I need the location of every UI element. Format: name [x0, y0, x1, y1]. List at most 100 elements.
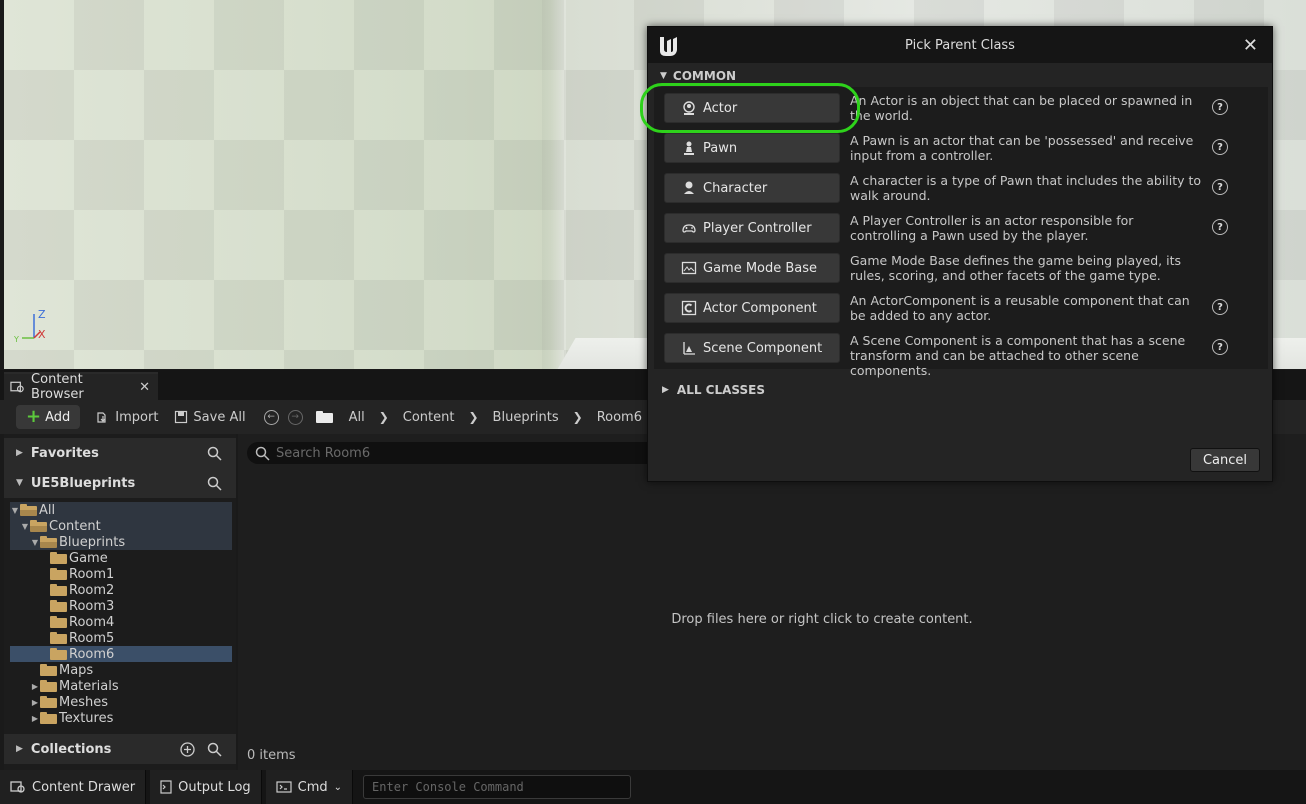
search-icon[interactable] [207, 446, 222, 461]
output-log-button[interactable]: Output Log [150, 770, 262, 804]
chevron-right-icon[interactable]: ❯ [379, 410, 389, 424]
folder-tree-label: All [39, 502, 56, 518]
folder-tree-item[interactable]: Maps [10, 662, 232, 678]
favorites-header[interactable]: ▶ Favorites [4, 438, 236, 468]
help-icon[interactable]: ? [1212, 179, 1228, 195]
help-icon[interactable]: ? [1212, 219, 1228, 235]
folder-icon[interactable] [315, 411, 333, 423]
class-button[interactable]: Player Controller [664, 213, 840, 243]
folder-tree-label: Maps [59, 662, 94, 678]
content-drawer-button[interactable]: Content Drawer [0, 770, 147, 804]
log-icon [160, 780, 172, 794]
dialog-titlebar[interactable]: Pick Parent Class ✕ [648, 27, 1272, 63]
help-icon[interactable]: ? [1212, 299, 1228, 315]
cmd-label: Cmd [297, 779, 328, 795]
folder-tree-item[interactable]: Room1 [10, 566, 232, 582]
folder-tree-item[interactable]: ▼ Content [10, 518, 232, 534]
search-icon[interactable] [207, 476, 222, 491]
cmd-dropdown[interactable]: Cmd ⌄ [265, 770, 354, 804]
chevron-right-icon[interactable]: ▶ [30, 714, 40, 723]
favorites-label: Favorites [30, 445, 99, 461]
chevron-right-icon[interactable]: ❯ [468, 410, 478, 424]
chevron-right-icon[interactable]: ❯ [573, 410, 583, 424]
forward-icon[interactable]: → [287, 409, 303, 425]
asset-view[interactable] [238, 434, 1306, 770]
close-icon[interactable]: ✕ [1243, 35, 1258, 56]
class-row: Player Controller A Player Controller is … [654, 207, 1268, 247]
class-button[interactable]: Scene Component [664, 333, 840, 363]
class-button[interactable]: Actor [664, 93, 840, 123]
save-all-button-label: Save All [193, 409, 246, 425]
breadcrumb: All ❯ Content ❯ Blueprints ❯ Room6 [349, 410, 642, 425]
class-button[interactable]: Actor Component [664, 293, 840, 323]
folder-tree-item[interactable]: Game [10, 550, 232, 566]
import-button[interactable]: Import [96, 410, 158, 425]
folder-tree-label: Blueprints [59, 534, 126, 550]
pawn-icon [681, 140, 697, 156]
folder-tree-item[interactable]: Room5 [10, 630, 232, 646]
folder-tree-item[interactable]: ▶ Textures [10, 710, 232, 726]
chevron-down-icon[interactable]: ▼ [30, 538, 40, 547]
breadcrumb-all[interactable]: All [349, 410, 365, 425]
collections-header[interactable]: ▶ Collections [4, 734, 236, 764]
folder-icon [40, 712, 57, 724]
all-classes-header[interactable]: ▶ ALL CLASSES [662, 383, 765, 397]
class-button[interactable]: Pawn [664, 133, 840, 163]
folder-tree-item[interactable]: ▼ Blueprints [10, 534, 232, 550]
folder-tree-label: Room1 [69, 566, 115, 582]
class-button-label: Pawn [703, 140, 738, 156]
axis-y-label: Y [14, 335, 19, 344]
add-button[interactable]: + Add [16, 405, 81, 429]
chevron-right-icon[interactable]: ▶ [30, 698, 40, 707]
cancel-button[interactable]: Cancel [1190, 448, 1260, 472]
folder-icon [50, 616, 67, 628]
items-count: 0 items [247, 748, 296, 763]
close-tab-icon[interactable]: ✕ [139, 380, 150, 395]
chevron-down-icon[interactable]: ▼ [20, 522, 30, 531]
folder-tree-item[interactable]: Room4 [10, 614, 232, 630]
folder-tree-item[interactable]: ▶ Materials [10, 678, 232, 694]
class-button[interactable]: Game Mode Base [664, 253, 840, 283]
folder-tree-item[interactable]: Room6 [10, 646, 232, 662]
tab-content-browser[interactable]: Content Browser ✕ [4, 372, 158, 402]
help-icon[interactable]: ? [1212, 99, 1228, 115]
folder-tree-label: Room2 [69, 582, 115, 598]
back-icon[interactable]: ← [263, 409, 279, 425]
breadcrumb-room6[interactable]: Room6 [597, 410, 642, 425]
folder-tree-item[interactable]: Room2 [10, 582, 232, 598]
folder-tree-label: Room6 [69, 646, 115, 662]
help-icon[interactable]: ? [1212, 339, 1228, 355]
help-icon[interactable]: ? [1212, 139, 1228, 155]
status-bar: Content Drawer Output Log Cmd ⌄ Enter Co… [0, 770, 1306, 804]
plus-icon: + [26, 406, 42, 427]
add-button-label: Add [45, 409, 71, 425]
chevron-right-icon[interactable]: ▶ [30, 682, 40, 691]
console-command-input[interactable]: Enter Console Command [363, 775, 632, 799]
add-collection-icon[interactable] [180, 741, 195, 757]
project-header[interactable]: ▼ UE5Blueprints [4, 468, 236, 498]
save-all-button[interactable]: Save All [174, 409, 246, 425]
tab-content-browser-label: Content Browser [31, 372, 84, 402]
folder-tree-item[interactable]: Room3 [10, 598, 232, 614]
content-browser-icon [10, 381, 24, 393]
chevron-right-icon: ▶ [16, 448, 23, 458]
folder-icon [50, 552, 67, 564]
folder-icon [50, 584, 67, 596]
class-description: A Player Controller is an actor responsi… [850, 213, 1134, 243]
class-button-label: Actor Component [703, 300, 817, 316]
class-button[interactable]: Character [664, 173, 840, 203]
breadcrumb-blueprints[interactable]: Blueprints [493, 410, 559, 425]
dialog-title: Pick Parent Class [905, 38, 1015, 53]
folder-tree-item[interactable]: ▶ Meshes [10, 694, 232, 710]
breadcrumb-content[interactable]: Content [403, 410, 455, 425]
content-browser-icon [10, 781, 25, 793]
common-section-header[interactable]: ▼ COMMON [660, 69, 736, 83]
asset-search-input[interactable]: Search Room6 [247, 442, 667, 464]
folder-tree-label: Materials [59, 678, 119, 694]
class-button-label: Scene Component [703, 340, 823, 356]
chevron-down-icon[interactable]: ▼ [10, 506, 20, 515]
folder-tree-item[interactable]: ▼ All [10, 502, 232, 518]
output-log-label: Output Log [178, 779, 251, 795]
class-button-label: Player Controller [703, 220, 812, 236]
search-icon[interactable] [207, 742, 222, 757]
